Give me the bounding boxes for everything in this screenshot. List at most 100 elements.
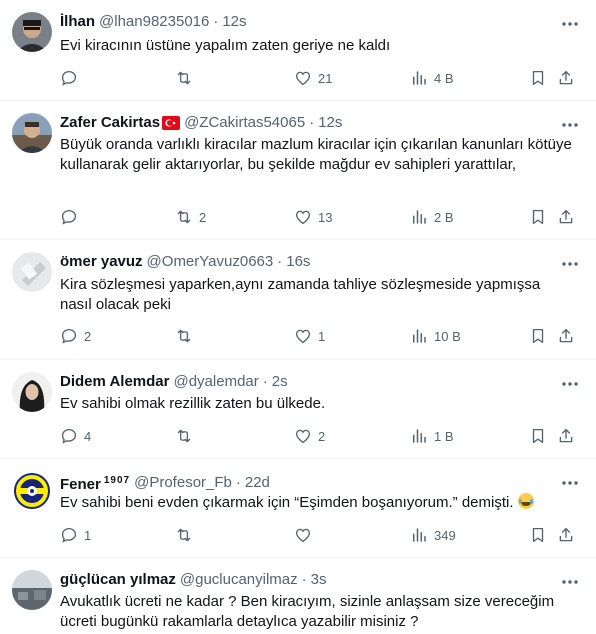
avatar[interactable] <box>12 570 52 610</box>
retweet-button[interactable] <box>175 68 199 88</box>
reply-button[interactable] <box>60 68 84 88</box>
timestamp[interactable]: 22d <box>245 473 270 493</box>
avatar[interactable] <box>12 252 52 292</box>
share-button[interactable] <box>557 326 575 346</box>
reply-button[interactable] <box>60 207 84 227</box>
views-button[interactable]: 10 B <box>410 326 461 346</box>
tweet[interactable]: İlhan @lhan98235016 · 12s Evi kiracının … <box>0 0 596 101</box>
views-button[interactable]: 1 B <box>410 426 454 446</box>
bookmark-button[interactable] <box>529 68 547 88</box>
tweet-text: Büyük oranda varlıklı kiracılar mazlum k… <box>60 136 572 173</box>
author-name[interactable]: güçlücan yılmaz <box>60 570 176 590</box>
avatar[interactable] <box>12 113 52 153</box>
like-count: 1 <box>318 328 326 344</box>
timestamp[interactable]: 2s <box>272 372 288 392</box>
share-button[interactable] <box>557 68 575 88</box>
like-count: 13 <box>318 209 333 225</box>
bookmark-button[interactable] <box>529 326 547 346</box>
author-name-text: Fener <box>60 476 101 493</box>
author-name[interactable]: Fener 1907 <box>60 471 130 495</box>
like-button[interactable]: 13 <box>294 207 332 227</box>
retweet-icon <box>177 329 191 343</box>
view-count: 1 B <box>434 428 454 444</box>
tweet[interactable]: Zafer Cakirtas @ZCakirtas54065 · 12s Büy… <box>0 101 596 240</box>
avatar[interactable] <box>12 471 52 511</box>
author-name[interactable]: İlhan <box>60 12 95 32</box>
bookmark-icon <box>532 70 544 86</box>
author-name[interactable]: ömer yavuz <box>60 252 143 272</box>
reply-button[interactable]: 1 <box>60 525 91 545</box>
more-icon[interactable] <box>560 572 580 592</box>
timestamp[interactable]: 12s <box>222 12 246 32</box>
share-icon <box>559 328 573 343</box>
avatar[interactable] <box>12 12 52 52</box>
reply-icon <box>61 328 77 344</box>
reply-button[interactable]: 4 <box>60 426 91 446</box>
reply-count: 2 <box>84 328 92 344</box>
like-count: 2 <box>318 428 326 444</box>
more-icon[interactable] <box>560 473 580 493</box>
bookmark-button[interactable] <box>529 207 547 227</box>
share-button[interactable] <box>557 426 575 446</box>
tweet-actions: 21 4 B <box>60 68 584 88</box>
retweet-button[interactable] <box>175 326 199 346</box>
tweet-text-content: Ev sahibi beni evden çıkarmak için “Eşim… <box>60 494 514 511</box>
tweet-actions: 1 349 <box>60 525 584 545</box>
author-handle[interactable]: @lhan98235016 <box>99 12 209 32</box>
like-count: 21 <box>318 70 333 86</box>
views-button[interactable]: 349 <box>410 525 456 545</box>
separator: · <box>213 13 219 30</box>
timestamp[interactable]: 16s <box>286 252 310 272</box>
share-button[interactable] <box>557 525 575 545</box>
author-handle[interactable]: @OmerYavuz0663 <box>147 252 274 272</box>
tweet-actions: 2 1 10 B <box>60 326 584 346</box>
tweet[interactable]: güçlücan yılmaz @guclucanyilmaz · 3s Avu… <box>0 558 596 634</box>
retweet-button[interactable] <box>175 426 199 446</box>
retweet-button[interactable] <box>175 525 199 545</box>
reply-count: 1 <box>84 527 92 543</box>
author-name-superscript: 1907 <box>103 475 131 486</box>
bookmark-icon <box>532 428 544 444</box>
view-count: 4 B <box>434 70 454 86</box>
tweet[interactable]: Didem Alemdar @dyalemdar · 2s Ev sahibi … <box>0 360 596 459</box>
avatar[interactable] <box>12 372 52 412</box>
like-icon <box>295 429 311 444</box>
timestamp[interactable]: 3s <box>311 570 327 590</box>
share-button[interactable] <box>557 207 575 227</box>
retweet-icon <box>177 71 191 85</box>
more-icon[interactable] <box>560 254 580 274</box>
timestamp[interactable]: 12s <box>318 113 342 133</box>
like-button[interactable]: 2 <box>294 426 325 446</box>
views-icon <box>413 528 426 542</box>
retweet-button[interactable]: 2 <box>175 207 206 227</box>
author-handle[interactable]: @ZCakirtas54065 <box>184 113 305 133</box>
tweet[interactable]: ömer yavuz @OmerYavuz0663 · 16s Kira söz… <box>0 240 596 360</box>
tweet-feed: İlhan @lhan98235016 · 12s Evi kiracının … <box>0 0 596 634</box>
author-handle[interactable]: @Profesor_Fb <box>134 473 232 493</box>
view-count: 349 <box>434 527 456 543</box>
author-handle[interactable]: @guclucanyilmaz <box>180 570 298 590</box>
separator: · <box>235 474 241 491</box>
bookmark-button[interactable] <box>529 525 547 545</box>
bookmark-button[interactable] <box>529 426 547 446</box>
author-handle[interactable]: @dyalemdar <box>173 372 258 392</box>
views-button[interactable]: 4 B <box>410 68 454 88</box>
author-name[interactable]: Zafer Cakirtas <box>60 113 160 133</box>
reply-button[interactable]: 2 <box>60 326 91 346</box>
tweet-text: Ev sahibi olmak rezillik zaten bu ülkede… <box>60 395 326 412</box>
turkey-flag-icon <box>162 116 181 130</box>
author-name[interactable]: Didem Alemdar <box>60 372 169 392</box>
like-button[interactable] <box>294 525 318 545</box>
tweet[interactable]: Fener 1907 @Profesor_Fb · 22d Ev sahibi b… <box>0 459 596 558</box>
bookmark-icon <box>532 328 544 344</box>
more-icon[interactable] <box>560 374 580 394</box>
views-button[interactable]: 2 B <box>410 207 454 227</box>
separator: · <box>309 114 315 131</box>
retweet-icon <box>177 528 191 542</box>
more-icon[interactable] <box>560 14 580 34</box>
reply-icon <box>61 209 77 225</box>
like-button[interactable]: 1 <box>294 326 325 346</box>
bookmark-icon <box>532 209 544 225</box>
like-button[interactable]: 21 <box>294 68 332 88</box>
more-icon[interactable] <box>560 115 580 135</box>
